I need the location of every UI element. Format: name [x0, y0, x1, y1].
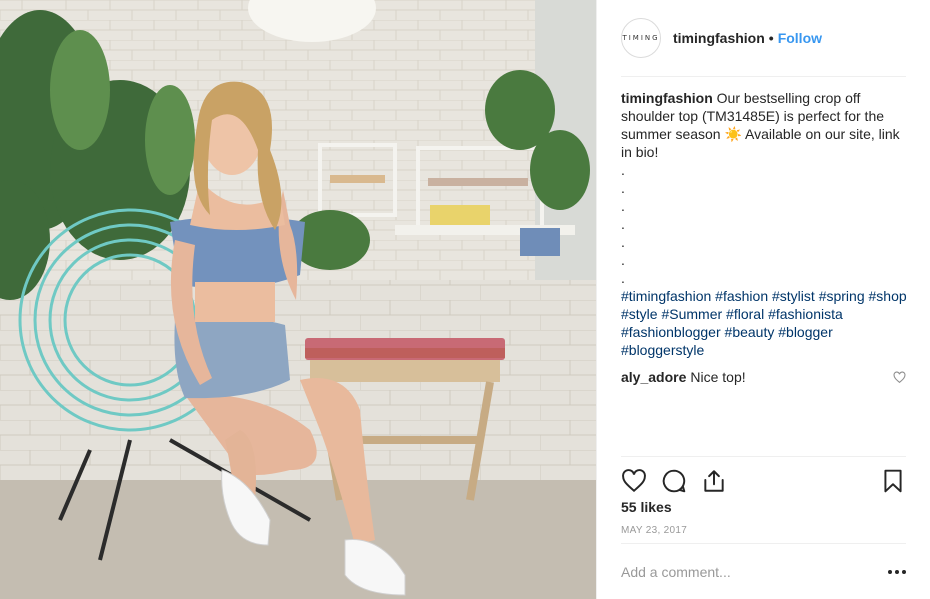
comment-username[interactable]: aly_adore: [621, 368, 686, 386]
add-comment-bar: [621, 543, 906, 599]
follow-button[interactable]: Follow: [778, 30, 822, 46]
post-date[interactable]: MAY 23, 2017: [621, 525, 687, 536]
share-icon[interactable]: [701, 468, 727, 494]
separator-dot: •: [768, 30, 774, 46]
hashtag-link[interactable]: #floral: [726, 306, 764, 322]
caption-dot: .: [621, 270, 625, 286]
action-bar: [621, 456, 906, 504]
hashtag-link[interactable]: #bloggerstyle: [621, 342, 704, 358]
comments-section: timingfashion Our bestselling crop off s…: [621, 89, 907, 387]
comment-input[interactable]: [621, 563, 882, 580]
hashtag-link[interactable]: #Summer: [661, 306, 722, 322]
more-dot: [902, 569, 906, 574]
caption-username[interactable]: timingfashion: [621, 90, 713, 106]
comment-text: Nice top!: [690, 369, 746, 385]
comment-heart-icon[interactable]: [893, 371, 906, 384]
hashtag-link[interactable]: #blogger: [778, 324, 833, 340]
hashtag-link[interactable]: #timingfashion: [621, 288, 711, 304]
hashtag-link[interactable]: #style: [621, 306, 658, 322]
more-dot: [895, 569, 899, 574]
caption-dot: .: [621, 180, 625, 196]
hashtag-link[interactable]: #fashionblogger: [621, 324, 721, 340]
post-caption: timingfashion Our bestselling crop off s…: [621, 89, 907, 359]
caption-dot: .: [621, 234, 625, 250]
comment-icon[interactable]: [661, 468, 687, 494]
hashtag-link[interactable]: #fashion: [715, 288, 768, 304]
heart-icon[interactable]: [621, 468, 647, 494]
caption-hashtags: #timingfashion #fashion #stylist #spring…: [621, 287, 907, 359]
post-photo-illustration: [0, 0, 596, 599]
caption-dot: .: [621, 216, 625, 232]
more-dot: [888, 569, 892, 574]
likes-count[interactable]: 55 likes: [621, 499, 672, 515]
avatar[interactable]: TIMING: [621, 18, 661, 58]
instagram-post: TIMING timingfashion • Follow timingfash…: [0, 0, 930, 599]
hashtag-link[interactable]: #shop: [869, 288, 907, 304]
avatar-text: TIMING: [622, 34, 660, 42]
bookmark-icon[interactable]: [880, 468, 906, 494]
post-photo[interactable]: [0, 0, 596, 599]
hashtag-link[interactable]: #spring: [819, 288, 865, 304]
post-side-panel: TIMING timingfashion • Follow timingfash…: [596, 0, 930, 599]
more-options-icon[interactable]: [882, 562, 906, 582]
caption-dot: .: [621, 198, 625, 214]
post-header: TIMING timingfashion • Follow: [621, 0, 906, 77]
comment-item: aly_adore Nice top!: [621, 367, 906, 387]
hashtag-link[interactable]: #fashionista: [768, 306, 843, 322]
caption-dot: .: [621, 252, 625, 268]
account-username[interactable]: timingfashion: [673, 30, 765, 46]
hashtag-link[interactable]: #beauty: [725, 324, 775, 340]
hashtag-link[interactable]: #stylist: [772, 288, 815, 304]
caption-dot: .: [621, 162, 625, 178]
